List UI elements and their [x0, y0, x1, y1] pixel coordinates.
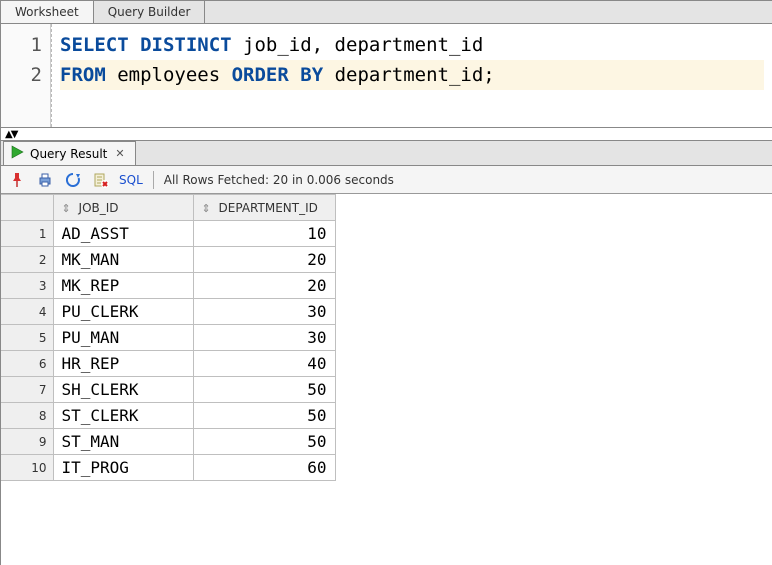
close-icon[interactable]: ✕: [113, 147, 126, 160]
row-number: 8: [1, 403, 53, 429]
cell-job-id[interactable]: MK_REP: [53, 273, 193, 299]
row-number-header: [1, 195, 53, 221]
sql-editor[interactable]: 1 2 SELECT DISTINCT job_id, department_i…: [1, 24, 772, 128]
gutter-line-number: 2: [1, 60, 42, 90]
sql-keyword: ORDER: [232, 64, 289, 86]
tab-worksheet[interactable]: Worksheet: [1, 1, 94, 23]
table-row[interactable]: 5PU_MAN30: [1, 325, 335, 351]
cell-job-id[interactable]: SH_CLERK: [53, 377, 193, 403]
column-label: JOB_ID: [79, 201, 119, 215]
upper-tabs: Worksheet Query Builder: [1, 0, 772, 24]
sql-text: department_id;: [323, 64, 495, 86]
tab-query-builder[interactable]: Query Builder: [94, 1, 206, 23]
print-icon[interactable]: [35, 170, 55, 190]
cell-job-id[interactable]: AD_ASST: [53, 221, 193, 247]
cell-job-id[interactable]: MK_MAN: [53, 247, 193, 273]
fetch-status: All Rows Fetched: 20 in 0.006 seconds: [164, 173, 394, 187]
gutter-line-number: 1: [1, 30, 42, 60]
row-number: 4: [1, 299, 53, 325]
play-icon: [10, 145, 24, 162]
delete-row-icon[interactable]: [91, 170, 111, 190]
sql-text: [289, 64, 300, 86]
cell-department-id[interactable]: 50: [193, 377, 335, 403]
editor-gutter: 1 2: [1, 24, 51, 127]
lower-tabs: Query Result ✕: [1, 140, 772, 166]
cell-department-id[interactable]: 30: [193, 325, 335, 351]
row-number: 1: [1, 221, 53, 247]
column-label: DEPARTMENT_ID: [219, 201, 318, 215]
table-row[interactable]: 6HR_REP40: [1, 351, 335, 377]
code-line[interactable]: SELECT DISTINCT job_id, department_id: [60, 30, 764, 60]
cell-job-id[interactable]: HR_REP: [53, 351, 193, 377]
sql-developer-panel: Worksheet Query Builder 1 2 SELECT DISTI…: [0, 0, 772, 565]
code-area[interactable]: SELECT DISTINCT job_id, department_idFRO…: [51, 24, 772, 127]
table-row[interactable]: 2MK_MAN20: [1, 247, 335, 273]
toolbar-separator: [153, 171, 154, 189]
column-header-job-id[interactable]: ⇕ JOB_ID: [53, 195, 193, 221]
table-row[interactable]: 8ST_CLERK50: [1, 403, 335, 429]
cell-department-id[interactable]: 40: [193, 351, 335, 377]
row-number: 6: [1, 351, 53, 377]
cell-department-id[interactable]: 60: [193, 455, 335, 481]
tab-query-result-label: Query Result: [30, 147, 107, 161]
sql-keyword: DISTINCT: [140, 34, 232, 56]
sql-text: employees: [106, 64, 232, 86]
table-row[interactable]: 3MK_REP20: [1, 273, 335, 299]
result-table: ⇕ JOB_ID ⇕ DEPARTMENT_ID 1AD_ASST102MK_M…: [1, 194, 336, 481]
row-number: 2: [1, 247, 53, 273]
sql-toggle[interactable]: SQL: [119, 173, 143, 187]
table-row[interactable]: 10IT_PROG60: [1, 455, 335, 481]
refresh-icon[interactable]: [63, 170, 83, 190]
sql-keyword: BY: [300, 64, 323, 86]
sort-handle-icon: ⇕: [202, 202, 211, 215]
table-row[interactable]: 9ST_MAN50: [1, 429, 335, 455]
cell-job-id[interactable]: IT_PROG: [53, 455, 193, 481]
result-grid[interactable]: ⇕ JOB_ID ⇕ DEPARTMENT_ID 1AD_ASST102MK_M…: [1, 194, 772, 565]
column-header-department-id[interactable]: ⇕ DEPARTMENT_ID: [193, 195, 335, 221]
cell-department-id[interactable]: 20: [193, 273, 335, 299]
cell-department-id[interactable]: 50: [193, 403, 335, 429]
cell-department-id[interactable]: 20: [193, 247, 335, 273]
result-toolbar: SQL All Rows Fetched: 20 in 0.006 second…: [1, 166, 772, 194]
sort-handle-icon: ⇕: [62, 202, 71, 215]
row-number: 5: [1, 325, 53, 351]
code-line[interactable]: FROM employees ORDER BY department_id;: [60, 60, 764, 90]
table-row[interactable]: 7SH_CLERK50: [1, 377, 335, 403]
pin-icon[interactable]: [7, 170, 27, 190]
splitter-handle[interactable]: ▲▼: [1, 128, 772, 140]
sql-keyword: SELECT: [60, 34, 129, 56]
sql-keyword: FROM: [60, 64, 106, 86]
tab-query-result[interactable]: Query Result ✕: [3, 141, 136, 165]
cell-job-id[interactable]: ST_MAN: [53, 429, 193, 455]
cell-job-id[interactable]: PU_MAN: [53, 325, 193, 351]
sql-text: job_id, department_id: [232, 34, 484, 56]
cell-job-id[interactable]: ST_CLERK: [53, 403, 193, 429]
row-number: 7: [1, 377, 53, 403]
cell-department-id[interactable]: 50: [193, 429, 335, 455]
cell-department-id[interactable]: 10: [193, 221, 335, 247]
row-number: 10: [1, 455, 53, 481]
table-row[interactable]: 4PU_CLERK30: [1, 299, 335, 325]
row-number: 9: [1, 429, 53, 455]
table-row[interactable]: 1AD_ASST10: [1, 221, 335, 247]
cell-job-id[interactable]: PU_CLERK: [53, 299, 193, 325]
row-number: 3: [1, 273, 53, 299]
sql-text: [129, 34, 140, 56]
cell-department-id[interactable]: 30: [193, 299, 335, 325]
